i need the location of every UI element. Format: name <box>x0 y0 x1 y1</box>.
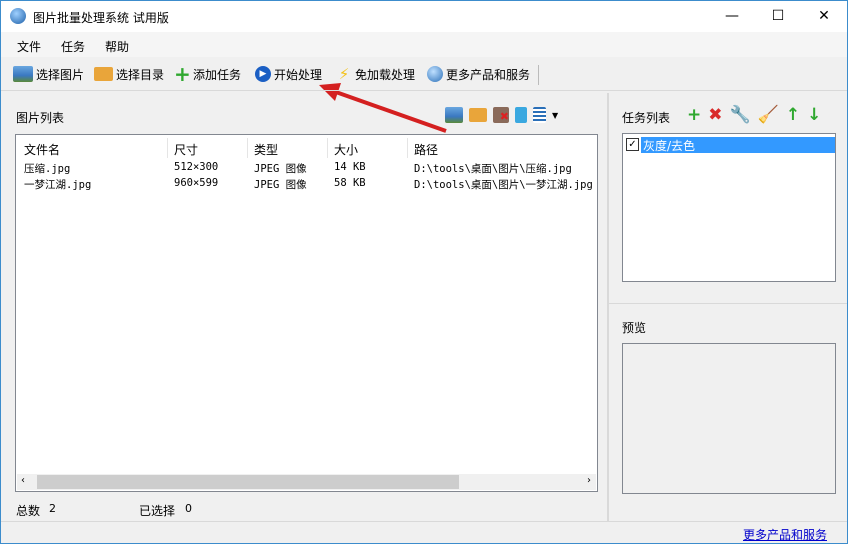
plus-icon: + <box>174 62 191 86</box>
table-row[interactable]: 压缩.jpg 512×300 JPEG 图像 14 KB D:\tools\桌面… <box>16 161 597 177</box>
toolbar-divider <box>538 65 539 85</box>
column-header-type[interactable]: 类型 <box>254 141 278 158</box>
task-item[interactable]: ✓ 灰度/去色 <box>625 137 835 153</box>
cell-size: 512×300 <box>174 161 219 173</box>
add-task-button[interactable]: + 添加任务 <box>174 63 241 85</box>
minimize-button[interactable]: — <box>709 1 755 32</box>
column-header-name[interactable]: 文件名 <box>24 141 60 158</box>
cell-type: JPEG 图像 <box>254 179 307 191</box>
horizontal-scrollbar[interactable]: ‹ › <box>17 474 596 490</box>
close-button[interactable]: ✕ <box>801 1 847 32</box>
cell-path: D:\tools\桌面\图片\一梦江湖.jpg <box>414 179 593 191</box>
table-row[interactable]: 一梦江湖.jpg 960×599 JPEG 图像 58 KB D:\tools\… <box>16 177 597 193</box>
scrollbar-thumb[interactable] <box>37 475 459 489</box>
chevron-down-icon[interactable]: ▼ <box>552 111 558 120</box>
app-icon <box>10 8 26 24</box>
menu-help[interactable]: 帮助 <box>105 38 129 55</box>
task-list-title: 任务列表 <box>622 111 671 125</box>
delete-icon[interactable]: ✖ <box>708 105 722 125</box>
selected-count: 0 <box>185 502 192 515</box>
play-icon: ▶ <box>255 66 271 82</box>
folder-icon <box>94 67 113 81</box>
column-header-path[interactable]: 路径 <box>414 141 438 158</box>
select-folder-button[interactable]: 选择目录 <box>94 63 164 85</box>
cell-path: D:\tools\桌面\图片\压缩.jpg <box>414 163 572 175</box>
wrench-icon[interactable]: 🔧 <box>730 105 751 125</box>
column-header-size[interactable]: 尺寸 <box>174 141 198 158</box>
label: 更多产品和服务 <box>446 67 531 82</box>
image-icon[interactable] <box>445 107 463 123</box>
image-list-tools: ✖ ▼ <box>445 107 558 123</box>
maximize-button[interactable]: ☐ <box>755 1 801 32</box>
task-label: 灰度/去色 <box>641 137 835 153</box>
label: 选择目录 <box>116 67 165 82</box>
add-icon[interactable]: + <box>687 105 701 125</box>
task-checkbox[interactable]: ✓ <box>626 138 639 151</box>
column-header-filesize[interactable]: 大小 <box>334 141 358 158</box>
list-view-icon[interactable] <box>533 107 546 123</box>
broom-icon[interactable]: 🧹 <box>758 105 779 125</box>
annotation-arrow <box>319 83 447 133</box>
image-icon <box>13 66 33 82</box>
cell-name: 压缩.jpg <box>24 163 71 175</box>
select-image-button[interactable]: 选择图片 <box>13 63 84 85</box>
preview-title: 预览 <box>622 321 647 335</box>
selected-label: 已选择 <box>139 504 176 518</box>
window-title: 图片批量处理系统 试用版 <box>33 11 169 25</box>
cell-type: JPEG 图像 <box>254 163 307 175</box>
more-products-link[interactable]: 更多产品和服务 <box>743 526 827 543</box>
arrow-down-icon[interactable]: ↓ <box>807 105 821 125</box>
cell-size: 960×599 <box>174 177 219 189</box>
folder-icon[interactable] <box>469 108 487 122</box>
title-bar: 图片批量处理系统 试用版 — ☐ ✕ <box>1 1 847 32</box>
menu-file[interactable]: 文件 <box>17 38 41 55</box>
total-label: 总数 <box>16 504 41 518</box>
image-list-table[interactable]: 文件名 尺寸 类型 大小 路径 压缩.jpg 512×300 JPEG 图像 1… <box>15 134 598 492</box>
cell-filesize: 14 KB <box>334 161 366 173</box>
menu-task[interactable]: 任务 <box>61 38 85 55</box>
scroll-right-icon[interactable]: › <box>587 475 591 486</box>
task-list[interactable]: ✓ 灰度/去色 <box>622 133 836 282</box>
menu-bar: 文件 任务 帮助 <box>1 32 847 57</box>
recycle-bin-icon[interactable] <box>515 107 527 123</box>
cell-name: 一梦江湖.jpg <box>24 179 92 191</box>
scroll-left-icon[interactable]: ‹ <box>21 475 25 486</box>
total-count: 2 <box>49 502 56 515</box>
image-list-title: 图片列表 <box>16 111 65 125</box>
delete-image-icon[interactable]: ✖ <box>493 107 509 123</box>
label: 添加任务 <box>193 67 242 82</box>
task-tools: + ✖ 🔧 🧹 ↑ ↓ <box>687 105 821 125</box>
preview-area <box>622 343 836 494</box>
arrow-up-icon[interactable]: ↑ <box>786 105 800 125</box>
label: 选择图片 <box>36 67 85 82</box>
cell-filesize: 58 KB <box>334 177 366 189</box>
